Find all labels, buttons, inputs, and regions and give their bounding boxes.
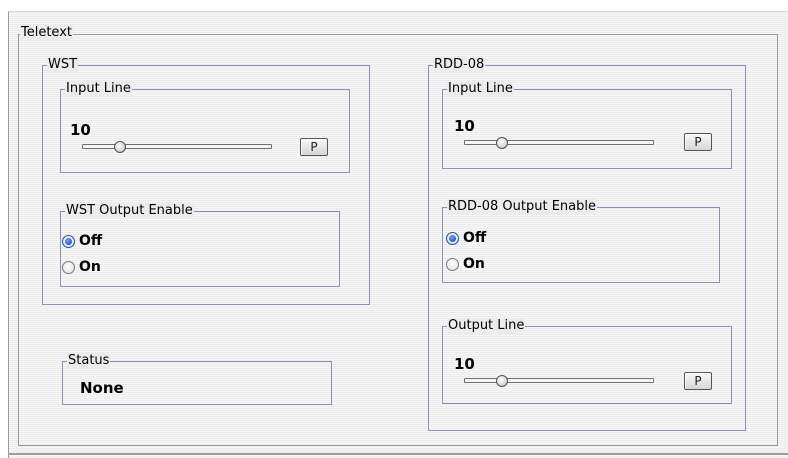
slider-track [464, 140, 654, 145]
wst-input-line-group: Input Line [60, 81, 350, 173]
rdd08-output-line-group: Output Line [442, 318, 732, 404]
rdd08-input-line-group: Input Line [442, 81, 732, 169]
slider-thumb[interactable] [496, 375, 508, 387]
wst-input-line-value: 10 [70, 121, 91, 139]
rdd08-input-line-value: 10 [454, 117, 475, 135]
wst-output-off-label: Off [79, 233, 103, 249]
wst-output-on-label: On [79, 259, 101, 275]
radio-unselected-icon[interactable] [62, 260, 75, 274]
rdd08-output-on-label: On [463, 256, 485, 272]
radio-selected-icon[interactable] [62, 234, 75, 248]
wst-input-line-p-button[interactable]: P [300, 138, 328, 156]
rdd08-group-title: RDD-08 [433, 57, 486, 73]
wst-input-line-title: Input Line [65, 81, 132, 97]
slider-thumb[interactable] [496, 137, 508, 149]
rdd08-output-on-option[interactable]: On [446, 255, 485, 273]
wst-input-line-slider[interactable] [82, 141, 272, 153]
rdd08-output-line-p-button[interactable]: P [684, 372, 712, 390]
wst-group-title: WST [47, 57, 79, 73]
rdd08-output-line-slider[interactable] [464, 375, 654, 387]
status-value: None [80, 379, 124, 397]
rdd08-input-line-slider[interactable] [464, 137, 654, 149]
teletext-group-title: Teletext [20, 25, 73, 41]
radio-unselected-icon[interactable] [446, 257, 459, 271]
wst-output-off-option[interactable]: Off [62, 232, 102, 250]
wst-output-enable-title: WST Output Enable [65, 203, 194, 219]
rdd08-output-line-title: Output Line [447, 318, 526, 334]
panel-bottom-border [8, 453, 788, 455]
rdd08-input-line-p-button[interactable]: P [684, 133, 712, 151]
slider-track [82, 144, 272, 149]
wst-output-on-option[interactable]: On [62, 258, 101, 276]
status-title: Status [67, 353, 111, 369]
slider-thumb[interactable] [114, 141, 126, 153]
rdd08-input-line-title: Input Line [447, 81, 514, 97]
rdd08-output-off-option[interactable]: Off [446, 229, 486, 247]
rdd08-output-off-label: Off [463, 230, 487, 246]
slider-track [464, 378, 654, 383]
rdd08-output-enable-title: RDD-08 Output Enable [447, 199, 597, 215]
rdd08-output-line-value: 10 [454, 355, 475, 373]
radio-selected-icon[interactable] [446, 231, 459, 245]
